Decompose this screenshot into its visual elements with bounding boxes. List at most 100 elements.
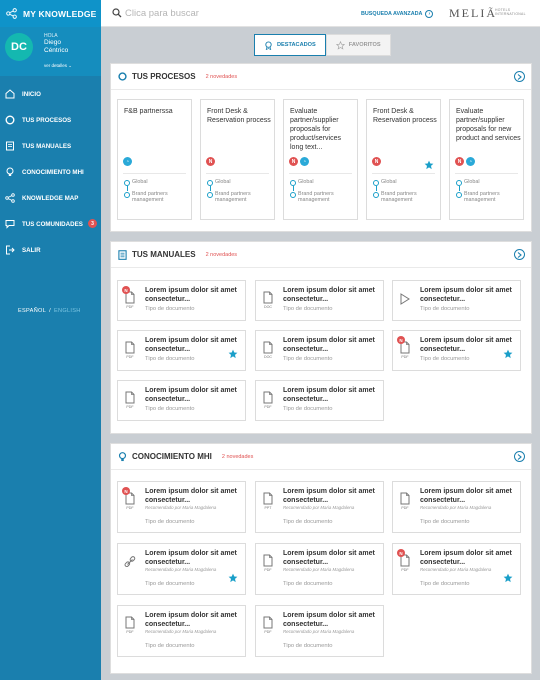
file-icon: PDF N bbox=[122, 286, 136, 311]
manual-card[interactable]: DOC Lorem ipsum dolor sit amet consectetu… bbox=[255, 280, 384, 321]
lang-separator: / bbox=[49, 308, 51, 314]
process-card[interactable]: Front Desk & Reservation process N Global B… bbox=[200, 99, 275, 220]
mhi-card[interactable]: Lorem ipsum dolor sit amet consectetur..… bbox=[117, 543, 246, 595]
manual-card[interactable]: PDF Lorem ipsum dolor sit amet consectetu… bbox=[117, 330, 246, 371]
process-card[interactable]: Front Desk & Reservation process N Global B… bbox=[366, 99, 441, 220]
details-link[interactable]: ver detalles ⌄ bbox=[44, 63, 72, 69]
file-format-label: PDF bbox=[126, 305, 134, 309]
sidebar-item-knowledge-map[interactable]: KNOWLEDGE MAP bbox=[0, 185, 101, 211]
new-count: 2 novedades bbox=[205, 73, 238, 80]
file-icon: DOC bbox=[262, 289, 274, 311]
manual-card[interactable]: PDF N Lorem ipsum dolor sit amet consectet… bbox=[117, 280, 246, 321]
process-meta: Global Brand partners management bbox=[373, 179, 440, 204]
process-card[interactable]: Evaluate partner/supplier proposals for … bbox=[449, 99, 524, 220]
top-bar: BUSQUEDA AVANZADA › MELIÃ HOTELS INTERNA… bbox=[101, 0, 540, 27]
star-icon[interactable] bbox=[228, 573, 238, 583]
sidebar-item-manuales[interactable]: TUS MANUALES bbox=[0, 133, 101, 159]
mhi-card[interactable]: PDF Lorem ipsum dolor sit amet consectetu… bbox=[255, 543, 384, 595]
file-format-label: DOC bbox=[264, 355, 272, 359]
tab-favoritos[interactable]: FAVORITOS bbox=[325, 34, 391, 56]
sidebar-item-comunidades[interactable]: TUS COMUNIDADES 3 bbox=[0, 211, 101, 237]
new-badge: N bbox=[397, 336, 405, 344]
avatar[interactable]: DC bbox=[5, 33, 33, 61]
new-badge: N bbox=[122, 487, 130, 495]
lang-es[interactable]: ESPAÑOL bbox=[18, 308, 46, 314]
sidebar-item-label: TUS MANUALES bbox=[22, 142, 72, 150]
recommended-by: Recomendado por Maria Magdalena bbox=[283, 505, 355, 510]
document-type: Tipo de documento bbox=[420, 306, 470, 312]
brand-title: MY KNOWLEDGE bbox=[23, 8, 97, 19]
procesos-panel: TUS PROCESOS 2 novedades F&B partnerssa ◔… bbox=[110, 63, 532, 232]
sidebar-item-salir[interactable]: SALIR bbox=[0, 237, 101, 263]
process-tags: N bbox=[206, 157, 215, 166]
mhi-card[interactable]: PPT Lorem ipsum dolor sit amet consectetu… bbox=[255, 481, 384, 533]
document-title: Lorem ipsum dolor sit amet consectetur..… bbox=[283, 488, 375, 504]
user-icon: ◔ bbox=[123, 157, 132, 166]
book-icon bbox=[5, 141, 15, 151]
manuales-panel: TUS MANUALES 2 novedades PDF N Lorem ipsum… bbox=[110, 241, 532, 434]
tab-destacados[interactable]: DESTACADOS bbox=[254, 34, 326, 56]
manual-card[interactable]: DOC Lorem ipsum dolor sit amet consectetu… bbox=[255, 330, 384, 371]
favorite[interactable] bbox=[228, 570, 238, 588]
star-icon[interactable] bbox=[503, 349, 513, 359]
recommended-by: Recomendado por Maria Magdalena bbox=[145, 629, 217, 634]
document-type: Tipo de documento bbox=[283, 406, 333, 412]
manual-card[interactable]: PDF Lorem ipsum dolor sit amet consectetu… bbox=[255, 380, 384, 421]
process-card[interactable]: Evaluate partner/supplier proposals for … bbox=[283, 99, 358, 220]
manual-card[interactable]: Lorem ipsum dolor sit amet consectetur..… bbox=[392, 280, 521, 321]
user-icon: ◔ bbox=[466, 157, 475, 166]
sidebar: MY KNOWLEDGE DC HOLA Diego Céntrico ver … bbox=[0, 0, 101, 680]
sidebar-item-conocimiento[interactable]: CONOCIMIENTO MHI bbox=[0, 159, 101, 185]
chevron-right-icon[interactable] bbox=[514, 71, 525, 82]
melia-logo: MELIÃ bbox=[449, 6, 497, 20]
user-name: Diego Céntrico bbox=[44, 39, 68, 55]
recommended-by: Recomendado por Maria Magdalena bbox=[283, 629, 355, 634]
document-title: Lorem ipsum dolor sit amet consectetur..… bbox=[283, 550, 375, 566]
mhi-card[interactable]: PDF N Lorem ipsum dolor sit amet consectet… bbox=[117, 481, 246, 533]
process-card[interactable]: F&B partnerssa ◔ Global Brand partners mana… bbox=[117, 99, 192, 220]
document-type: Tipo de documento bbox=[283, 519, 333, 525]
document-title: Lorem ipsum dolor sit amet consectetur..… bbox=[420, 550, 512, 566]
new-count: 2 novedades bbox=[205, 251, 238, 258]
document-title: Lorem ipsum dolor sit amet consectetur..… bbox=[145, 550, 237, 566]
document-type: Tipo de documento bbox=[145, 406, 195, 412]
manual-card[interactable]: PDF Lorem ipsum dolor sit amet consectetu… bbox=[117, 380, 246, 421]
divider bbox=[455, 173, 518, 174]
tab-label: FAVORITOS bbox=[348, 42, 381, 48]
process-title: Front Desk & Reservation process bbox=[207, 108, 271, 124]
search-icon[interactable] bbox=[112, 8, 122, 18]
sidebar-item-procesos[interactable]: TUS PROCESOS bbox=[0, 107, 101, 133]
sidebar-item-label: KNOWLEDGE MAP bbox=[22, 194, 79, 202]
manual-card[interactable]: PDF N Lorem ipsum dolor sit amet consectet… bbox=[392, 330, 521, 371]
mhi-card[interactable]: PDF Lorem ipsum dolor sit amet consectetu… bbox=[392, 481, 521, 533]
favorite[interactable] bbox=[228, 346, 238, 364]
book-icon bbox=[118, 249, 127, 260]
advanced-search-link[interactable]: BUSQUEDA AVANZADA › bbox=[361, 10, 434, 18]
document-title: Lorem ipsum dolor sit amet consectetur..… bbox=[145, 488, 237, 504]
mhi-card[interactable]: PDF N Lorem ipsum dolor sit amet consectet… bbox=[392, 543, 521, 595]
star-icon[interactable] bbox=[424, 160, 434, 170]
recommended-by: Recomendado por Maria Magdalena bbox=[420, 505, 492, 510]
sidebar-item-inicio[interactable]: INICIO bbox=[0, 81, 101, 107]
divider bbox=[372, 173, 435, 174]
panel-header: CONOCIMIENTO MHI 2 novedades bbox=[111, 444, 531, 470]
advanced-search-label: BUSQUEDA AVANZADA bbox=[361, 11, 423, 17]
file-icon: PDF bbox=[399, 490, 411, 512]
star-icon[interactable] bbox=[503, 573, 513, 583]
mhi-card[interactable]: PDF Lorem ipsum dolor sit amet consectetu… bbox=[255, 605, 384, 657]
logout-icon bbox=[5, 245, 15, 255]
lang-en[interactable]: ENGLISH bbox=[54, 308, 81, 314]
favorite[interactable] bbox=[503, 346, 513, 364]
document-title: Lorem ipsum dolor sit amet consectetur..… bbox=[283, 387, 375, 403]
document-title: Lorem ipsum dolor sit amet consectetur..… bbox=[420, 488, 512, 504]
search-input[interactable] bbox=[125, 6, 325, 20]
user-name-line1: Diego bbox=[44, 39, 61, 46]
process-title: F&B partnerssa bbox=[124, 108, 173, 115]
star-icon[interactable] bbox=[228, 349, 238, 359]
mhi-card[interactable]: PDF Lorem ipsum dolor sit amet consectetu… bbox=[117, 605, 246, 657]
file-format-label: PDF bbox=[401, 506, 409, 510]
chevron-right-icon[interactable] bbox=[514, 451, 525, 462]
brand-bar[interactable]: MY KNOWLEDGE bbox=[0, 0, 101, 27]
chevron-right-icon[interactable] bbox=[514, 249, 525, 260]
favorite[interactable] bbox=[503, 570, 513, 588]
